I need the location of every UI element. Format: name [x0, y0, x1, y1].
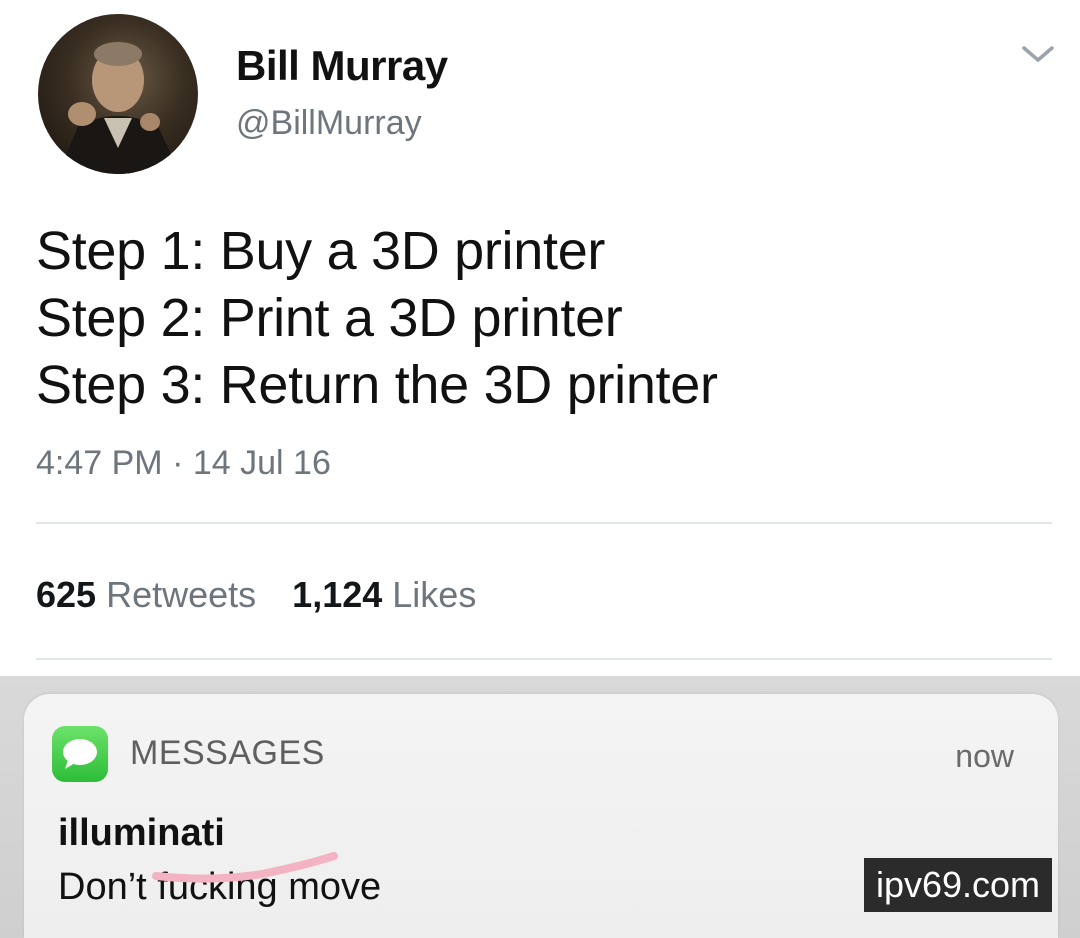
notification-sender: illuminati	[58, 812, 225, 854]
tweet-line: Step 1: Buy a 3D printer	[36, 221, 606, 281]
likes-count: 1,124	[292, 574, 383, 615]
likes-label: Likes	[392, 574, 477, 615]
chevron-down-icon[interactable]	[1018, 40, 1058, 68]
divider	[36, 522, 1052, 524]
notification-app-name: MESSAGES	[130, 734, 325, 772]
retweets-count: 625	[36, 574, 97, 615]
notification-time: now	[955, 738, 1014, 774]
tweet-date: 14 Jul 16	[192, 444, 331, 482]
tweet-line: Step 3: Return the 3D printer	[36, 355, 718, 415]
censor-scribble	[152, 852, 338, 883]
tweet-timestamp[interactable]: 4:47 PM · 14 Jul 16	[36, 444, 331, 483]
tweet-time: 4:47 PM	[36, 444, 163, 482]
tweet-stats: 625 Retweets 1,124 Likes	[36, 574, 476, 616]
tweet-line: Step 2: Print a 3D printer	[36, 288, 623, 348]
tweet-text: Step 1: Buy a 3D printer Step 2: Print a…	[36, 218, 718, 419]
screenshot: Bill Murray @BillMurray Step 1: Buy a 3D…	[0, 0, 1080, 938]
avatar[interactable]	[38, 14, 198, 174]
likes-stat[interactable]: 1,124 Likes	[292, 574, 476, 615]
messages-icon	[52, 726, 108, 782]
message-text-start: Don’t	[58, 866, 158, 908]
tweet-card: Bill Murray @BillMurray Step 1: Buy a 3D…	[0, 0, 1080, 676]
author-name[interactable]: Bill Murray	[236, 42, 448, 90]
retweets-stat[interactable]: 625 Retweets	[36, 574, 256, 615]
timestamp-separator: ·	[172, 444, 184, 482]
avatar-portrait-icon	[58, 42, 180, 174]
retweets-label: Retweets	[106, 574, 257, 615]
divider	[36, 658, 1052, 660]
watermark: ipv69.com	[864, 858, 1052, 912]
author-handle[interactable]: @BillMurray	[236, 104, 422, 143]
